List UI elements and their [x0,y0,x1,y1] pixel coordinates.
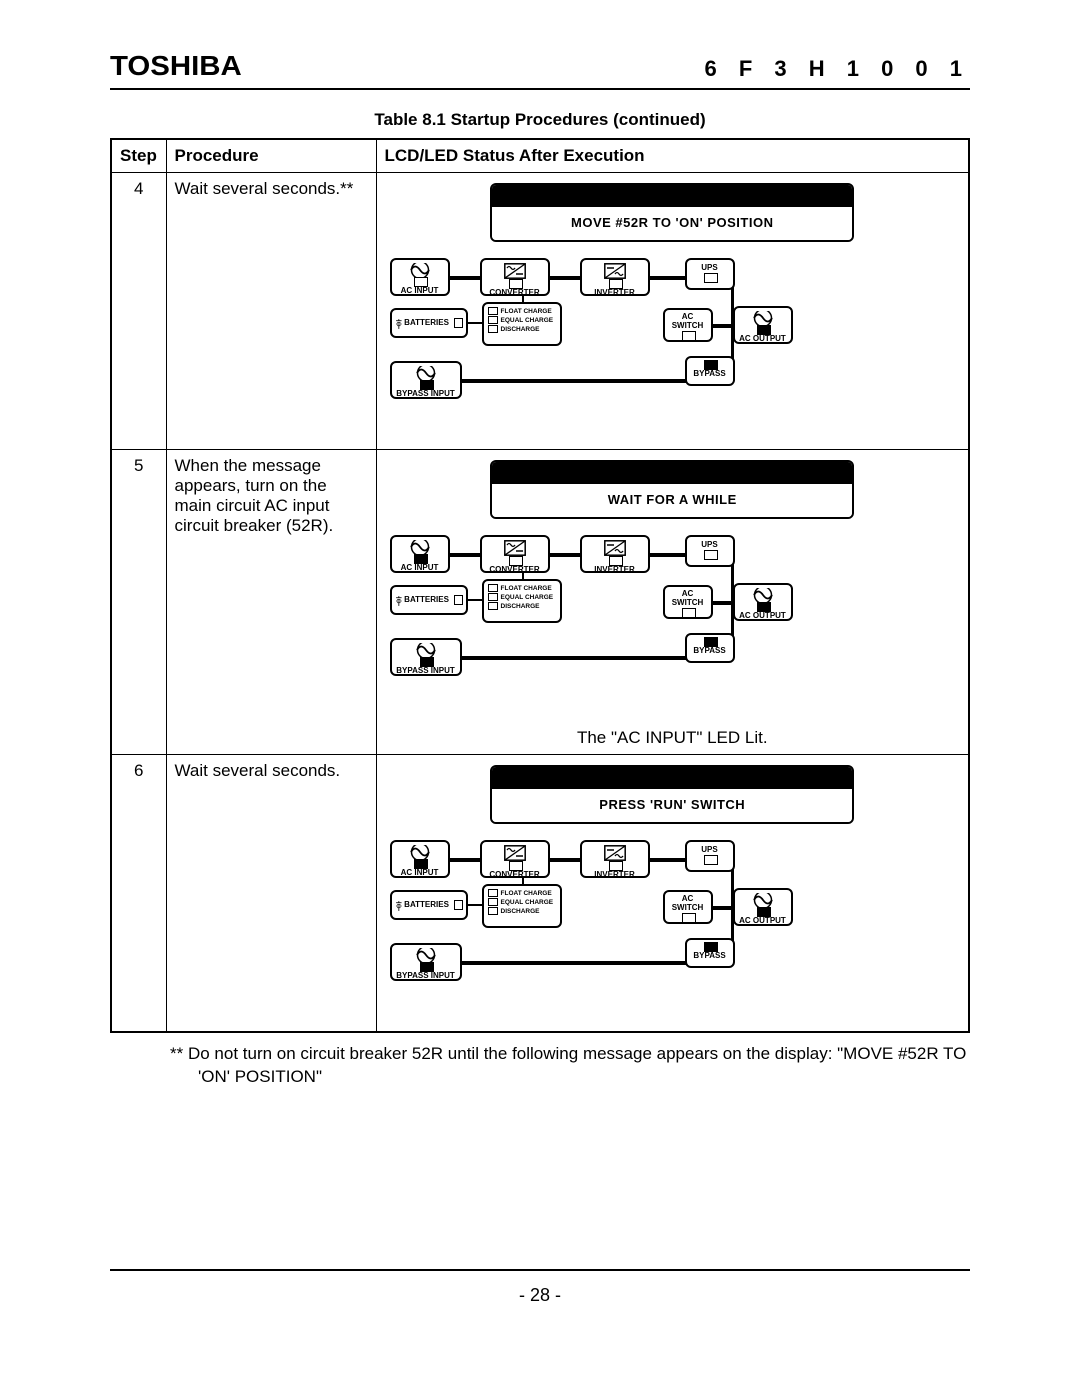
block-ac-input: AC INPUT [390,258,450,296]
led-batteries [454,595,463,605]
block-bypass: BYPASS [685,938,735,968]
col-status: LCD/LED Status After Execution [376,139,969,173]
lcd-message: MOVE #52R TO 'ON' POSITION [492,207,852,240]
block-ups: UPS [685,535,735,567]
led-ups [704,550,718,560]
block-charge-modes: FLOAT CHARGE EQUAL CHARGE DISCHARGE [482,579,562,623]
page-footer: - 28 - [110,1269,970,1306]
step-cell: 4 [111,173,166,450]
lcd-display: MOVE #52R TO 'ON' POSITION [490,183,854,242]
table-caption: Table 8.1 Startup Procedures (continued) [110,110,970,130]
lcd-black-bar [492,767,852,789]
status-diagram: WAIT FOR A WHILE AC INPUT CONVERTER INVE… [385,460,961,720]
page-header: TOSHIBA 6 F 3 H 1 0 0 1 [110,50,970,90]
led-batteries [454,318,463,328]
step-cell: 5 [111,450,166,755]
led-ac-switch [682,913,696,923]
block-bypass: BYPASS [685,356,735,386]
block-ac-switch: AC SWITCH [663,890,713,924]
table-row: 6 Wait several seconds. PRESS 'RUN' SWIT… [111,755,969,1033]
step-cell: 6 [111,755,166,1033]
brand-logo: TOSHIBA [110,50,242,82]
block-ac-output: AC OUTPUT [733,583,793,621]
block-ac-output: AC OUTPUT [733,888,793,926]
block-batteries: BATTERIES [390,308,468,338]
lcd-message: WAIT FOR A WHILE [492,484,852,517]
block-converter: CONVERTER [480,258,550,296]
block-inverter: INVERTER [580,535,650,573]
procedure-cell: Wait several seconds. [166,755,376,1033]
lcd-black-bar [492,185,852,207]
block-bypass-input: BYPASS INPUT [390,638,462,676]
led-ups [704,273,718,283]
status-diagram: PRESS 'RUN' SWITCH AC INPUT CONVERTER IN… [385,765,961,1025]
status-cell: WAIT FOR A WHILE AC INPUT CONVERTER INVE… [376,450,969,755]
block-ac-input: AC INPUT [390,840,450,878]
footnote: ** Do not turn on circuit breaker 52R un… [170,1043,970,1089]
block-charge-modes: FLOAT CHARGE EQUAL CHARGE DISCHARGE [482,302,562,346]
status-diagram: MOVE #52R TO 'ON' POSITION AC INPUT CONV… [385,183,961,443]
block-ac-output: AC OUTPUT [733,306,793,344]
block-converter: CONVERTER [480,535,550,573]
led-batteries [454,900,463,910]
col-procedure: Procedure [166,139,376,173]
block-bypass: BYPASS [685,633,735,663]
block-ac-input: AC INPUT [390,535,450,573]
lcd-display: WAIT FOR A WHILE [490,460,854,519]
led-ups [704,855,718,865]
page-number: - 28 - [519,1285,561,1305]
block-bypass-input: BYPASS INPUT [390,943,462,981]
led-ac-switch [682,608,696,618]
block-charge-modes: FLOAT CHARGE EQUAL CHARGE DISCHARGE [482,884,562,928]
block-converter: CONVERTER [480,840,550,878]
block-bypass-input: BYPASS INPUT [390,361,462,399]
block-ups: UPS [685,258,735,290]
block-ac-switch: AC SWITCH [663,585,713,619]
block-ac-switch: AC SWITCH [663,308,713,342]
block-inverter: INVERTER [580,840,650,878]
lcd-black-bar [492,462,852,484]
table-row: 4 Wait several seconds.** MOVE #52R TO '… [111,173,969,450]
status-extra-text: The "AC INPUT" LED Lit. [385,728,961,748]
lcd-display: PRESS 'RUN' SWITCH [490,765,854,824]
led-ac-switch [682,331,696,341]
startup-procedures-table: Step Procedure LCD/LED Status After Exec… [110,138,970,1033]
block-ups: UPS [685,840,735,872]
status-cell: MOVE #52R TO 'ON' POSITION AC INPUT CONV… [376,173,969,450]
procedure-cell: Wait several seconds.** [166,173,376,450]
col-step: Step [111,139,166,173]
lcd-message: PRESS 'RUN' SWITCH [492,789,852,822]
status-cell: PRESS 'RUN' SWITCH AC INPUT CONVERTER IN… [376,755,969,1033]
procedure-cell: When the message appears, turn on the ma… [166,450,376,755]
document-number: 6 F 3 H 1 0 0 1 [704,56,970,82]
block-batteries: BATTERIES [390,890,468,920]
table-row: 5 When the message appears, turn on the … [111,450,969,755]
block-batteries: BATTERIES [390,585,468,615]
block-inverter: INVERTER [580,258,650,296]
